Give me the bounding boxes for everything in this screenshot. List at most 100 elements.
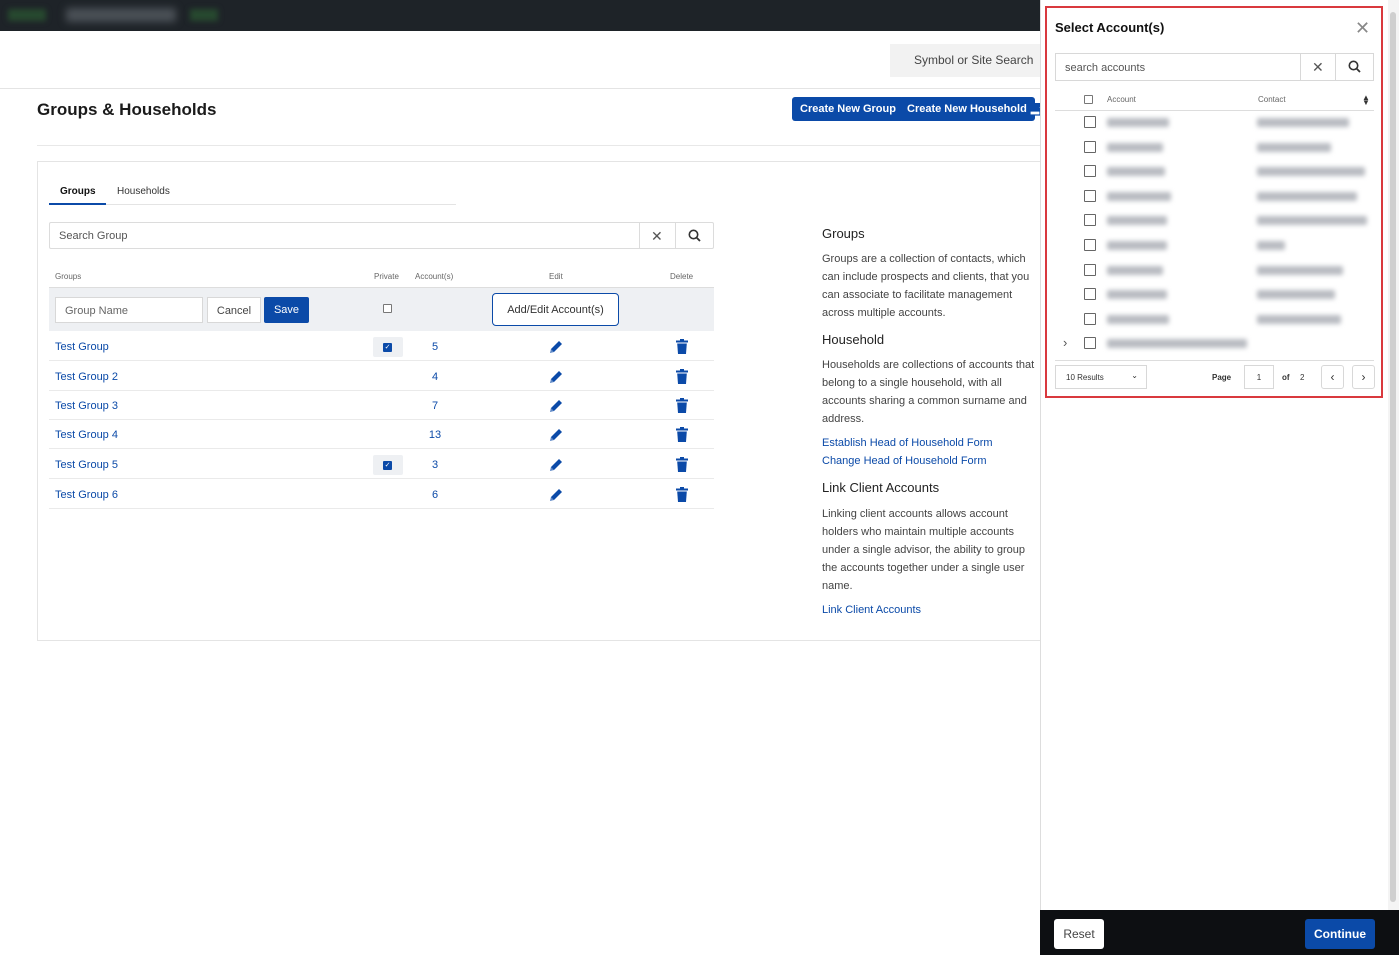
cancel-button[interactable]: Cancel — [207, 297, 261, 323]
group-name-input[interactable]: Group Name — [55, 297, 203, 323]
trash-icon[interactable] — [676, 339, 688, 354]
group-name-link[interactable]: Test Group 4 — [55, 429, 118, 441]
pencil-icon[interactable] — [548, 457, 564, 473]
group-name-link[interactable]: Test Group — [55, 341, 109, 353]
print-icon[interactable] — [1028, 102, 1040, 116]
account-checkbox[interactable] — [1084, 214, 1096, 227]
site-search-input[interactable]: Symbol or Site Search — [890, 44, 1050, 77]
clear-icon[interactable]: ✕ — [1312, 59, 1324, 76]
account-checkbox[interactable] — [1084, 165, 1096, 178]
redacted-contact-name — [1257, 290, 1335, 300]
results-per-page-select[interactable]: 10 Results ⌄ — [1055, 365, 1147, 389]
group-name-link[interactable]: Test Group 3 — [55, 400, 118, 412]
page-number-input[interactable]: 1 — [1244, 365, 1274, 389]
reset-button[interactable]: Reset — [1054, 919, 1104, 949]
account-checkbox[interactable] — [1084, 337, 1096, 350]
column-header-edit: Edit — [549, 272, 563, 281]
trash-icon[interactable] — [676, 427, 688, 442]
redacted-contact-name — [1257, 142, 1331, 152]
chevron-right-icon[interactable]: › — [1063, 335, 1067, 350]
new-group-row: Group Name Cancel Save Add/Edit Account(… — [49, 288, 714, 331]
page-title: Groups & Households — [37, 100, 217, 119]
save-button[interactable]: Save — [264, 297, 309, 323]
create-new-group-button[interactable]: Create New Group — [792, 97, 904, 121]
accounts-count-link[interactable]: 7 — [425, 400, 445, 412]
account-search-field[interactable]: search accounts ✕ — [1055, 53, 1374, 81]
redacted-account-number — [1107, 241, 1167, 250]
account-row — [1055, 258, 1374, 283]
account-row — [1055, 208, 1374, 233]
column-header-account: Account — [1107, 95, 1136, 104]
group-name-link[interactable]: Test Group 5 — [55, 459, 118, 471]
private-checkbox[interactable]: ✓ — [373, 337, 403, 357]
text-line: holders who maintain multiple accounts — [822, 526, 1014, 538]
account-row: › — [1055, 331, 1374, 356]
pencil-icon[interactable] — [548, 398, 564, 414]
tab-households[interactable]: Households — [117, 186, 170, 197]
add-edit-accounts-button[interactable]: Add/Edit Account(s) — [492, 293, 619, 326]
account-search-input[interactable]: search accounts — [1065, 62, 1145, 74]
pencil-icon[interactable] — [548, 369, 564, 385]
trash-icon[interactable] — [676, 398, 688, 413]
account-checkbox[interactable] — [1084, 189, 1096, 202]
accounts-count-link[interactable]: 3 — [425, 459, 445, 471]
account-checkbox[interactable] — [1084, 288, 1096, 301]
pencil-icon[interactable] — [548, 339, 564, 355]
groups-description: Groups are a collection of contacts, whi… — [822, 250, 1040, 322]
link-client-accounts-link[interactable]: Link Client Accounts — [822, 604, 1040, 616]
account-checkbox[interactable] — [1084, 239, 1096, 251]
close-icon[interactable]: ✕ — [1355, 18, 1370, 39]
continue-button[interactable]: Continue — [1305, 919, 1375, 949]
search-icon[interactable] — [1348, 60, 1361, 73]
scrollbar-thumb[interactable] — [1390, 12, 1396, 902]
trash-icon[interactable] — [676, 487, 688, 502]
trash-icon[interactable] — [676, 369, 688, 384]
private-checkbox[interactable] — [383, 304, 392, 313]
text-line: can include prospects and clients, that … — [822, 271, 1030, 283]
text-line: Households are collections of accounts t… — [822, 359, 1035, 371]
accounts-count-link[interactable]: 13 — [425, 429, 445, 441]
redacted-account-number — [1107, 118, 1169, 127]
trash-icon[interactable] — [676, 457, 688, 472]
group-search-input[interactable]: Search Group — [59, 230, 127, 242]
pencil-icon[interactable] — [548, 487, 564, 503]
table-row: Test Group 6 6 — [49, 480, 714, 509]
group-search-field[interactable]: Search Group ✕ — [49, 222, 714, 249]
text-line: Linking client accounts allows account — [822, 508, 1008, 520]
groups-heading: Groups — [822, 226, 865, 241]
account-checkbox[interactable] — [1084, 140, 1096, 153]
account-checkbox[interactable] — [1084, 312, 1096, 325]
divider — [37, 145, 1040, 146]
drawer-scrollbar[interactable] — [1388, 0, 1399, 910]
chevron-down-icon: ⌄ — [1131, 371, 1138, 380]
change-head-of-household-link[interactable]: Change Head of Household Form — [822, 455, 1040, 467]
next-page-button[interactable]: › — [1352, 365, 1375, 389]
group-name-link[interactable]: Test Group 6 — [55, 489, 118, 501]
tab-groups[interactable]: Groups — [60, 186, 96, 197]
accounts-count-link[interactable]: 4 — [425, 371, 445, 383]
establish-head-of-household-link[interactable]: Establish Head of Household Form — [822, 437, 1040, 449]
previous-page-button[interactable]: ‹ — [1321, 365, 1344, 389]
clear-icon[interactable]: ✕ — [651, 228, 663, 245]
redacted-account-number — [1107, 216, 1167, 226]
pencil-icon[interactable] — [548, 427, 564, 443]
private-checkbox[interactable]: ✓ — [373, 455, 403, 475]
column-header-delete: Delete — [670, 272, 694, 281]
select-all-checkbox[interactable] — [1084, 95, 1093, 104]
sort-icon[interactable]: ▲ ▼ — [1362, 94, 1370, 107]
divider — [675, 223, 676, 248]
table-row: Test Group 5 ✓ 3 — [49, 450, 714, 479]
divider — [639, 223, 640, 248]
accounts-count-link[interactable]: 6 — [425, 489, 445, 501]
redacted-account-number — [1107, 265, 1163, 275]
text-line: under a single advisor, the ability to g… — [822, 544, 1026, 556]
account-checkbox[interactable] — [1084, 263, 1096, 276]
create-new-household-button[interactable]: Create New Household — [899, 97, 1035, 121]
account-checkbox[interactable] — [1084, 116, 1096, 128]
column-header-private: Private — [374, 272, 399, 281]
accounts-count-link[interactable]: 5 — [425, 341, 445, 353]
search-icon[interactable] — [688, 229, 701, 242]
text-line: address. — [822, 413, 865, 425]
total-pages: 2 — [1300, 373, 1305, 382]
group-name-link[interactable]: Test Group 2 — [55, 371, 118, 383]
